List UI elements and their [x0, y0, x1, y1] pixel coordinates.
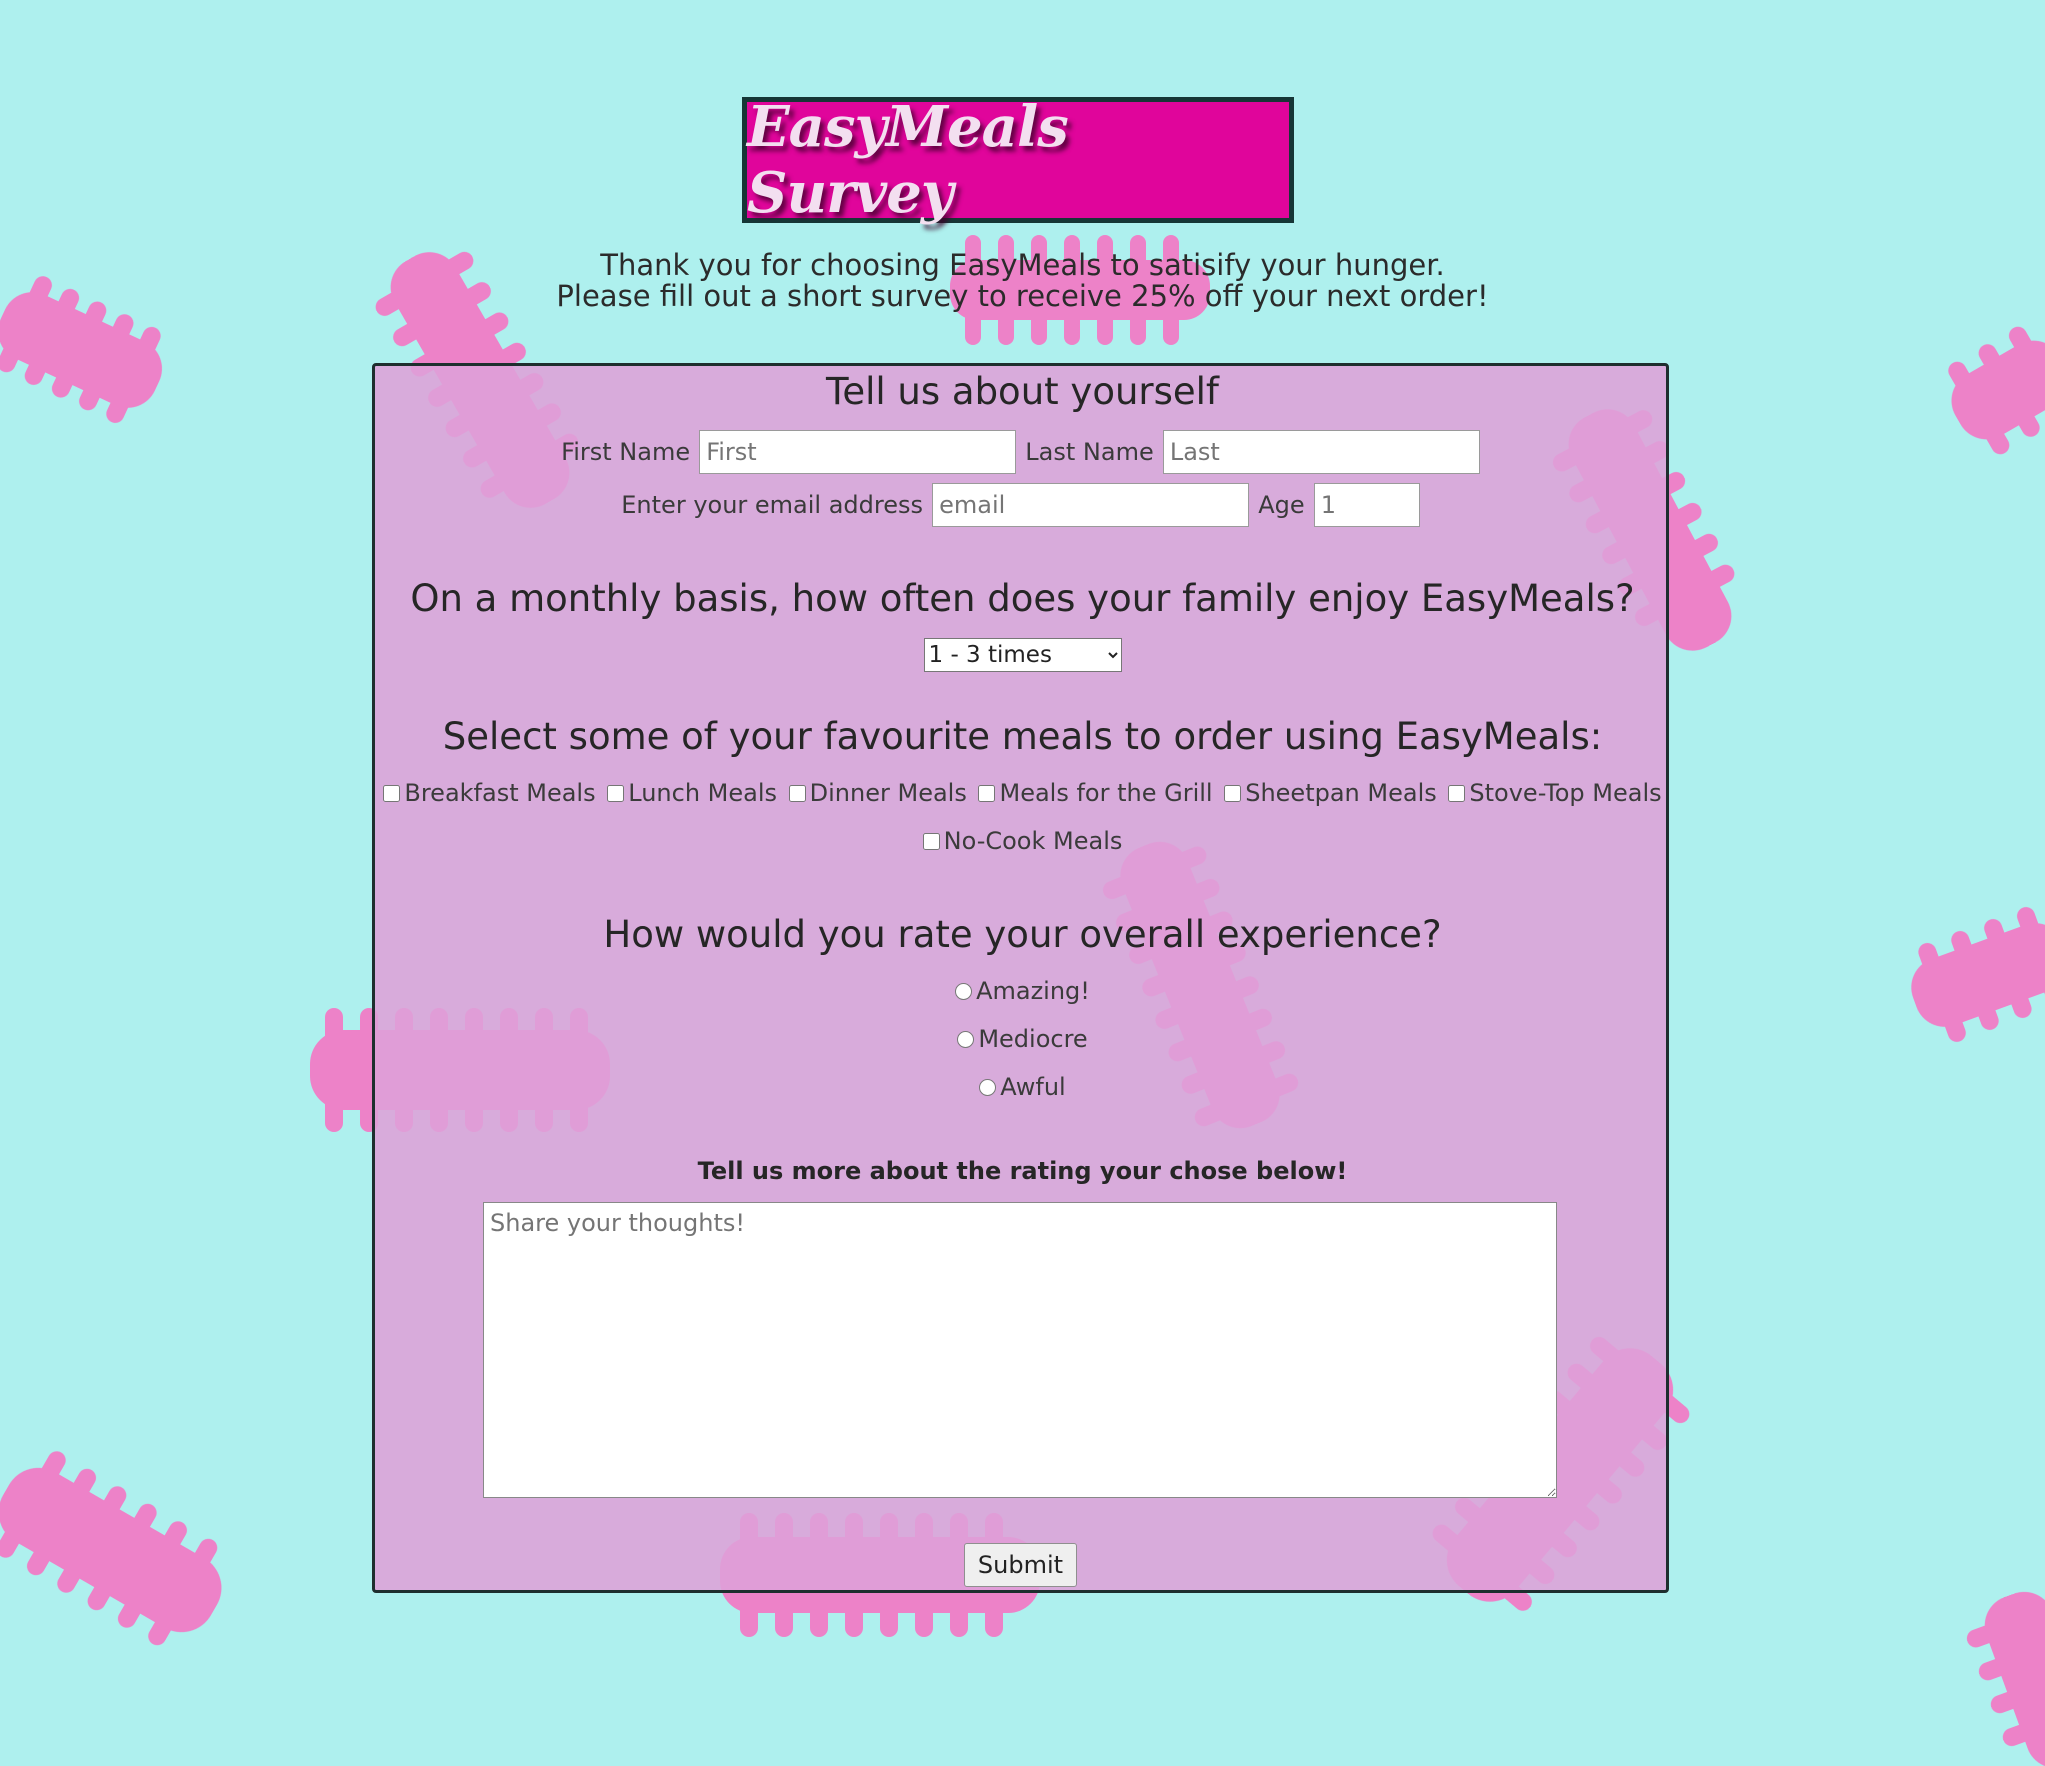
- intro-line-1: Thank you for choosing EasyMeals to sati…: [600, 248, 1445, 282]
- frequency-select[interactable]: 1 - 3 times: [923, 638, 1122, 672]
- rating-amazing-label-wrap[interactable]: Amazing!: [955, 977, 1090, 1005]
- last-name-label: Last Name: [1025, 438, 1154, 466]
- meals-checkbox-row-1: Breakfast Meals Lunch Meals Dinner Meals…: [0, 779, 2045, 807]
- name-row: First Name Last Name: [0, 430, 2045, 474]
- about-heading: Tell us about yourself: [826, 370, 1219, 413]
- meal-checkbox[interactable]: [607, 785, 625, 802]
- meal-checkbox[interactable]: [1224, 785, 1242, 802]
- meal-option-stovetop[interactable]: Stove-Top Meals: [1448, 779, 1662, 807]
- pasta-decoration: [1966, 1591, 2045, 1766]
- meal-option-label: Meals for the Grill: [999, 779, 1213, 807]
- comments-textarea[interactable]: [483, 1202, 1557, 1498]
- rating-mediocre-label-wrap[interactable]: Mediocre: [957, 1025, 1088, 1053]
- meal-option-nocook[interactable]: No-Cook Meals: [922, 827, 1123, 855]
- meal-option-label: Sheetpan Meals: [1245, 779, 1437, 807]
- meal-checkbox[interactable]: [788, 785, 806, 802]
- meal-checkbox[interactable]: [1448, 785, 1466, 802]
- intro-line-2: Please fill out a short survey to receiv…: [556, 279, 1489, 313]
- email-age-row: Enter your email address Age: [0, 483, 2045, 527]
- rating-option-mediocre[interactable]: Mediocre: [0, 1025, 2045, 1053]
- meal-option-sheetpan[interactable]: Sheetpan Meals: [1224, 779, 1437, 807]
- rating-awful-label: Awful: [1000, 1073, 1066, 1101]
- pasta-decoration: [0, 1451, 222, 1646]
- meal-option-label: Breakfast Meals: [404, 779, 596, 807]
- page-title: EasyMeals Survey: [747, 94, 1069, 226]
- meal-option-label: Dinner Meals: [809, 779, 967, 807]
- frequency-row: 1 - 3 times: [0, 638, 2045, 672]
- rating-radio-mediocre[interactable]: [957, 1031, 975, 1048]
- intro-text: Thank you for choosing EasyMeals to sati…: [0, 250, 2045, 312]
- age-label: Age: [1258, 491, 1305, 519]
- age-input[interactable]: [1313, 483, 1420, 527]
- first-name-input[interactable]: [699, 430, 1017, 474]
- rating-radio-amazing[interactable]: [955, 983, 973, 1000]
- frequency-question: On a monthly basis, how often does your …: [410, 577, 1635, 620]
- meals-question: Select some of your favourite meals to o…: [442, 715, 1603, 758]
- meal-checkbox[interactable]: [922, 833, 940, 850]
- first-name-label: First Name: [561, 438, 691, 466]
- meal-option-label: Stove-Top Meals: [1469, 779, 1662, 807]
- meal-option-label: No-Cook Meals: [943, 827, 1123, 855]
- meal-option-dinner[interactable]: Dinner Meals: [788, 779, 967, 807]
- meal-checkbox[interactable]: [383, 785, 401, 802]
- comments-heading: Tell us more about the rating your chose…: [697, 1157, 1348, 1185]
- email-label: Enter your email address: [621, 491, 924, 519]
- meal-option-label: Lunch Meals: [628, 779, 778, 807]
- rating-mediocre-label: Mediocre: [978, 1025, 1088, 1053]
- rating-option-amazing[interactable]: Amazing!: [0, 977, 2045, 1005]
- submit-button[interactable]: Submit: [964, 1543, 1077, 1587]
- rating-option-awful[interactable]: Awful: [0, 1073, 2045, 1101]
- meal-option-grill[interactable]: Meals for the Grill: [978, 779, 1213, 807]
- rating-radio-awful[interactable]: [979, 1079, 997, 1096]
- rating-awful-label-wrap[interactable]: Awful: [979, 1073, 1066, 1101]
- meal-option-breakfast[interactable]: Breakfast Meals: [383, 779, 596, 807]
- rating-amazing-label: Amazing!: [976, 977, 1090, 1005]
- meals-checkbox-row-2: No-Cook Meals: [0, 827, 2045, 855]
- rating-question: How would you rate your overall experien…: [603, 913, 1442, 956]
- title-banner: EasyMeals Survey: [742, 94, 1294, 226]
- meal-option-lunch[interactable]: Lunch Meals: [607, 779, 777, 807]
- meal-checkbox[interactable]: [978, 785, 996, 802]
- last-name-input[interactable]: [1162, 430, 1480, 474]
- email-input[interactable]: [932, 483, 1250, 527]
